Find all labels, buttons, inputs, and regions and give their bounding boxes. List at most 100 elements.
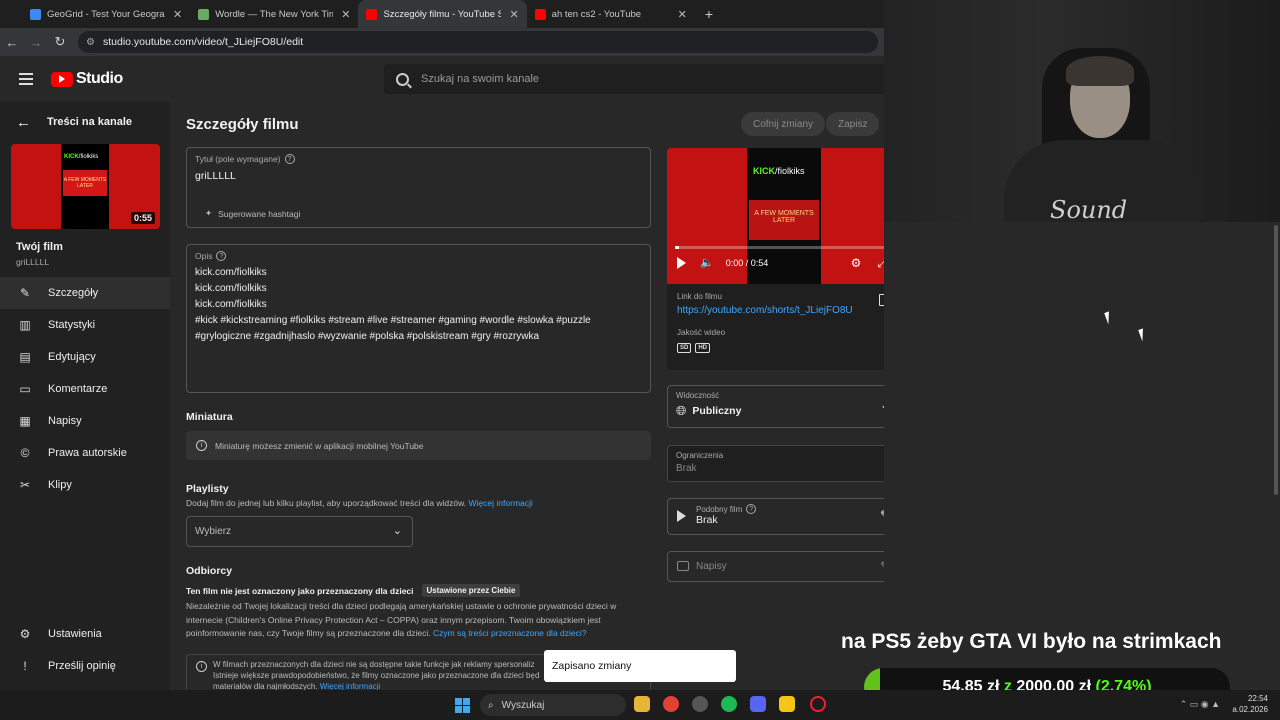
sidebar-item-subtitles[interactable]: ▦ Napisy [0,405,170,437]
back-icon[interactable]: ← [0,35,24,50]
discord-icon[interactable] [750,696,766,712]
suggested-hashtags-button[interactable]: ✦ Sugerowane hashtagi [205,208,300,219]
more-info-link[interactable]: Więcej informacji [320,682,380,690]
forward-icon[interactable]: → [24,35,48,50]
restrictions-field[interactable]: Ograniczenia Brak [667,445,884,482]
tab-geogrid[interactable]: GeoGrid - Test Your Geography ✕ [0,0,190,28]
clock-date: a.02.2026 [1232,705,1268,714]
sidebar-item-analytics[interactable]: ▥ Statystyki [0,309,170,341]
video-time: 0:00 / 0:54 [725,257,769,268]
help-icon[interactable]: ? [284,154,295,164]
volume-icon[interactable]: 🔈 [700,256,714,269]
steam-icon[interactable] [692,696,708,712]
reload-icon[interactable]: ↻ [48,34,72,50]
sidebar-item-comments[interactable]: ▭ Komentarze [0,373,170,405]
address-bar[interactable]: ⚙ studio.youtube.com/video/t_JLiejFO8U/e… [78,31,878,53]
audience-text-line: Niezależnie od Twojej lokalizacji treści… [186,601,617,611]
save-button[interactable]: Zapisz [826,112,880,136]
kids-content-link[interactable]: Czym są treści przeznaczone dla dzieci? [433,628,587,638]
back-label: Treści na kanale [47,116,132,128]
info-icon: i [196,661,207,672]
close-tab-icon[interactable]: ✕ [678,8,687,21]
main-content: Szczegóły filmu Cofnij zmiany Zapisz Tyt… [170,102,884,690]
description-field[interactable]: Opis? kick.com/fiolkiks kick.com/fiolkik… [186,244,651,393]
sidebar-item-feedback[interactable]: ! Prześlij opinię [0,650,170,682]
left-sidebar: ← Treści na kanale KICK/fiolkiks A FEW M… [0,102,170,690]
video-quality-label: Jakość wideo [677,328,726,337]
sidebar-item-editor[interactable]: ▤ Edytujący [0,341,170,373]
hamburger-menu-icon[interactable] [19,70,33,88]
hd-badge: HD [695,343,711,353]
back-to-content-button[interactable]: ← Treści na kanale [0,102,170,142]
studio-logo[interactable]: Studio [51,70,123,88]
playlist-select-value: Wybierz [195,526,232,537]
windows-start-icon[interactable] [455,698,470,713]
copyright-icon: © [20,446,30,460]
file-explorer-icon[interactable] [634,696,650,712]
player-right-controls: ⚙ ⤢ [835,256,884,271]
more-info-link[interactable]: Więcej informacji [469,498,533,508]
play-icon[interactable] [677,256,686,269]
url-text: studio.youtube.com/video/t_JLiejFO8U/edi… [102,36,304,48]
close-tab-icon[interactable]: ✕ [173,8,182,21]
search-icon [396,72,409,86]
chrome-icon[interactable] [663,696,679,712]
description-line: kick.com/fiolkiks [195,267,267,278]
shirt-print: Sound [1050,196,1128,222]
audience-text-line: poinformowanie nas, czy Twoje filmy są p… [186,628,431,638]
visibility-value: Publiczny [692,405,742,417]
sidebar-item-label: Ustawienia [48,628,102,640]
page-right-area [884,222,1280,690]
help-icon[interactable]: ? [216,251,227,261]
sidebar-item-clips[interactable]: ✂ Klipy [0,469,170,501]
video-card-info: Link do filmu https://youtube.com/shorts… [667,284,884,361]
stream-goal-text: na PS5 żeby GTA VI było na strimkach [841,630,1222,653]
title-field[interactable]: Tytuł (pole wymagane)? griLLLLL ✦ Sugerow… [186,147,651,228]
subtitles-field[interactable]: Napisy ✎ [667,551,884,582]
fullscreen-icon[interactable]: ⤢ [877,256,884,271]
undo-changes-button[interactable]: Cofnij zmiany [741,112,826,136]
new-tab-button[interactable]: + [695,0,723,28]
sidebar-item-label: Statystyki [48,319,96,331]
settings-gear-icon[interactable]: ⚙ [851,256,862,271]
audience-title: Odbiorcy [186,565,233,577]
sidebar-item-label: Prześlij opinię [48,660,116,672]
video-link[interactable]: https://youtube.com/shorts/t_JLiejFO8U [677,305,884,316]
visibility-select[interactable]: Widoczność 🌐︎ Publiczny ⌄ [667,385,884,428]
subtitles-placeholder: Napisy [696,561,727,572]
close-tab-icon[interactable]: ✕ [509,8,518,21]
sidebar-item-copyright[interactable]: © Prawa autorskie [0,437,170,469]
duration-badge: 0:55 [130,212,155,224]
tab-youtube[interactable]: ah ten cs2 - YouTube ✕ [527,0,695,28]
set-by-you-badge: Ustawione przez Ciebie [421,584,521,597]
sidebar-item-details[interactable]: ✎ Szczegóły [0,277,170,309]
video-progress-bar[interactable] [675,246,884,249]
channel-search-input[interactable]: Szukaj na swoim kanale [384,64,904,94]
video-player[interactable]: KICK/fiolkiks A FEW MOMENTS LATER 🔈 0:00… [667,148,884,284]
page-scrollbar[interactable] [1274,225,1278,495]
opera-icon[interactable] [810,696,826,712]
sidebar-item-settings[interactable]: ⚙ Ustawienia [0,618,170,650]
playlists-desc-text: Dodaj film do jednej lub kilku playlist,… [186,498,467,508]
close-tab-icon[interactable]: ✕ [341,8,350,21]
playlists-desc: Dodaj film do jednej lub kilku playlist,… [186,497,533,511]
thumb-caption: A FEW MOMENTS LATER [63,170,107,196]
tab-wordle[interactable]: Wordle — The New York Times ✕ [190,0,358,28]
tab-title: GeoGrid - Test Your Geography [47,8,165,20]
taskbar-clock[interactable]: 22:54 a.02.2026 [1232,693,1268,715]
tab-studio[interactable]: Szczegóły filmu - YouTube Studio ✕ [358,0,527,28]
visibility-label: Widoczność [676,391,720,400]
spotify-icon[interactable] [721,696,737,712]
search-icon: ⌕ [488,699,494,711]
video-thumbnail[interactable]: KICK/fiolkiks A FEW MOMENTS LATER 0:55 [11,144,160,229]
related-video-field[interactable]: Podobny film? Brak ✎ [667,498,884,535]
help-icon[interactable]: ? [746,504,757,514]
site-settings-icon[interactable]: ⚙ [86,37,95,48]
taskbar-search[interactable]: ⌕ Wyszukaj [480,694,626,716]
playlist-select[interactable]: Wybierz ⌄ [186,516,413,547]
related-video-label: Podobny film? [696,504,884,514]
feedback-icon: ! [23,659,27,673]
system-tray-icons[interactable]: ⌃ ▭ ◉ ▲ [1180,699,1220,710]
app-icon[interactable] [779,696,795,712]
restrictions-label: Ograniczenia [676,451,724,460]
